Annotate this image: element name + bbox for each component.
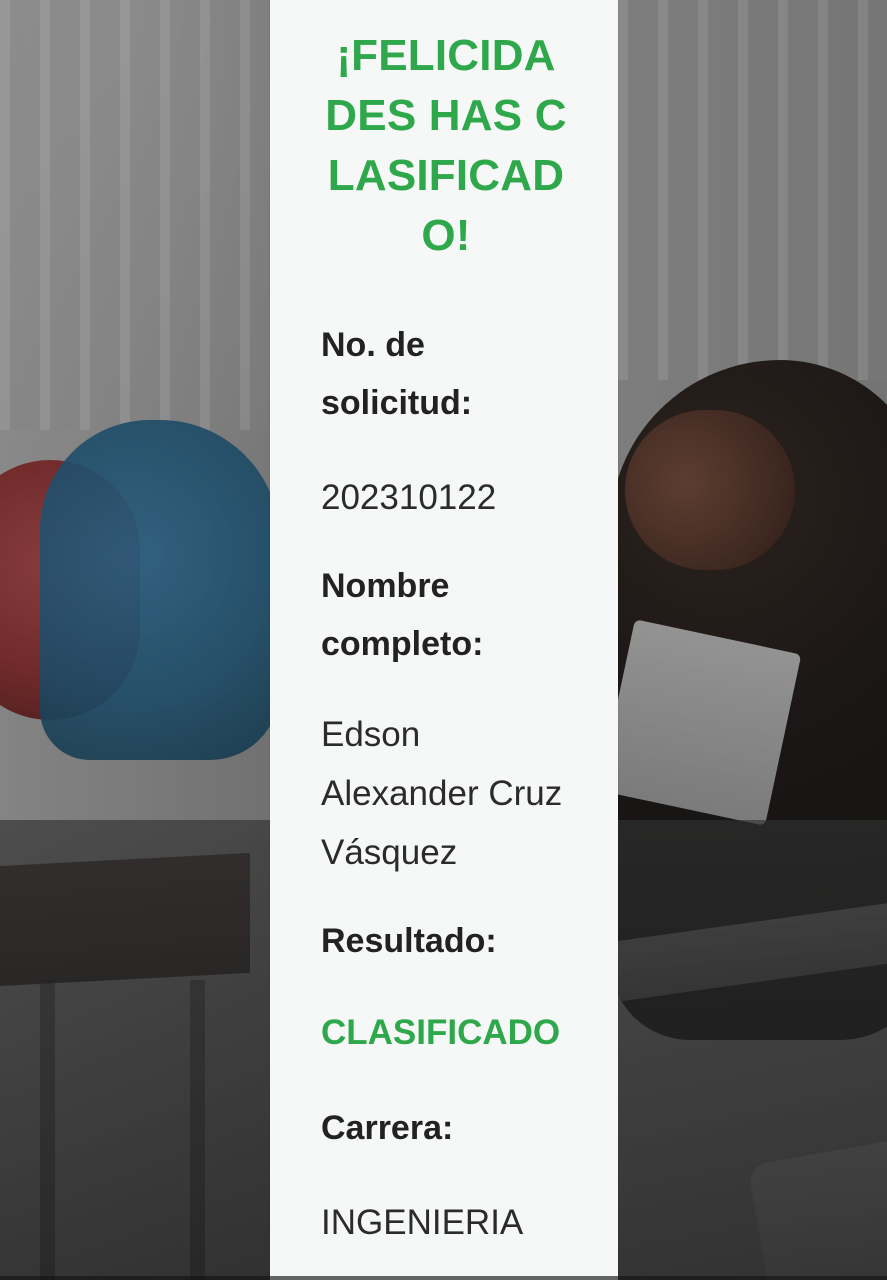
application-number-value: 202310122 [321, 478, 497, 517]
screen-bottom-edge [0, 1276, 887, 1280]
application-number-label: No. de solicitud: [321, 326, 473, 422]
screen: ¡FELICIDADES HAS CLASIFICADO! No. de sol… [0, 0, 887, 1280]
result-card: ¡FELICIDADES HAS CLASIFICADO! No. de sol… [270, 0, 618, 1280]
result-value: CLASIFICADO [321, 1013, 561, 1052]
career-label: Carrera: [321, 1109, 454, 1147]
result-card-content: ¡FELICIDADES HAS CLASIFICADO! No. de sol… [321, 26, 571, 1252]
result-title: ¡FELICIDADES HAS CLASIFICADO! [325, 31, 567, 260]
result-section: Resultado: CLASIFICADO [321, 912, 571, 1062]
full-name-section: Nombre completo: Edson Alexander Cruz Vá… [321, 557, 571, 882]
full-name-label: Nombre completo: [321, 567, 484, 663]
result-label: Resultado: [321, 922, 497, 960]
application-number-section: No. de solicitud: 202310122 [321, 316, 571, 527]
career-section: Carrera: INGENIERIA [321, 1099, 571, 1252]
full-name-value: Edson Alexander Cruz Vásquez [321, 715, 563, 872]
career-value: INGENIERIA [321, 1203, 524, 1242]
